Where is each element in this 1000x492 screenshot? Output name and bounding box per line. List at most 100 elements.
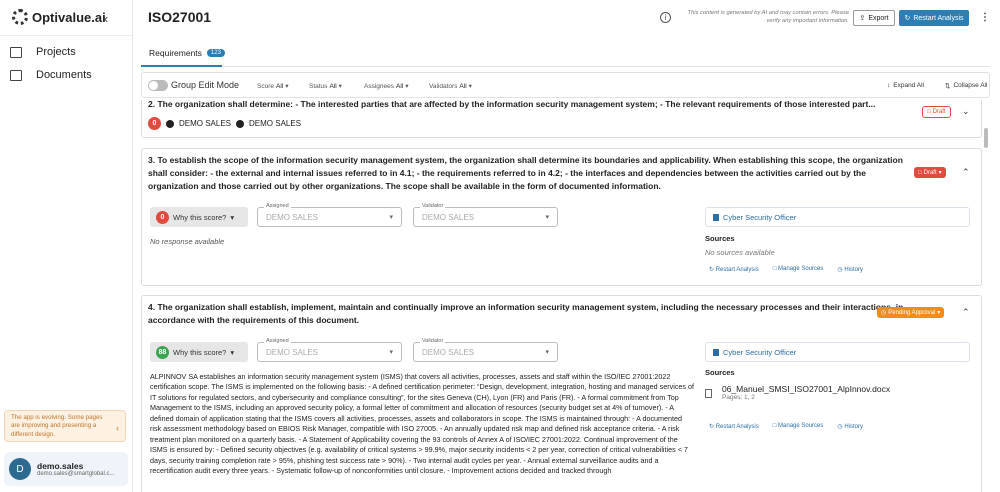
divider: [141, 66, 990, 67]
action-label: History: [844, 267, 863, 273]
chevron-down-icon: ▾: [389, 214, 393, 221]
more-options-icon[interactable]: ⋮: [980, 12, 990, 23]
sidebar-item-documents[interactable]: Documents: [10, 69, 92, 81]
restart-analysis-button[interactable]: ↻ Restart Analysis: [899, 10, 969, 26]
expand-all-label: Expand All: [893, 82, 924, 89]
document-icon: [705, 389, 712, 398]
history-link[interactable]: ◷ History: [837, 266, 863, 273]
sources-heading: Sources: [705, 234, 735, 243]
expand-all-button[interactable]: ↕ Expand All: [887, 82, 924, 89]
logo: Optivalue.ai: [12, 9, 106, 25]
select-value: DEMO SALES: [266, 348, 319, 357]
action-label: History: [844, 424, 863, 430]
export-button[interactable]: ⇪ Export: [853, 10, 895, 26]
assigned-select[interactable]: Assigned DEMO SALES ▾: [257, 338, 402, 362]
draft-icon: □: [927, 109, 931, 115]
count-badge: 123: [206, 49, 225, 57]
filter-value: All: [459, 82, 467, 90]
chevron-down-icon: ▾: [937, 310, 941, 316]
person-icon: [166, 119, 174, 128]
validators-filter[interactable]: Validators All ▾: [429, 82, 472, 91]
validator-select[interactable]: Validator DEMO SALES ▾: [413, 203, 558, 227]
filter-value: All: [275, 82, 284, 90]
validator-select[interactable]: Validator DEMO SALES ▾: [413, 338, 558, 362]
draft-icon: □: [918, 169, 922, 176]
field-label: Assigned: [264, 338, 291, 344]
requirement-card[interactable]: 2. The organization shall determine: - T…: [141, 100, 982, 138]
filter-name: Validators: [429, 82, 458, 90]
scrollbar[interactable]: [984, 128, 988, 148]
score-badge: 0: [148, 117, 161, 130]
status-badge[interactable]: □ Draft: [922, 106, 951, 118]
sidebar-item-projects[interactable]: Projects: [10, 46, 76, 58]
field-label: Validator: [420, 338, 446, 344]
restart-analysis-link[interactable]: ↻ Restart Analysis: [709, 266, 759, 273]
filter-name: Score: [257, 82, 274, 90]
restart-icon: ↻: [904, 15, 911, 22]
info-icon[interactable]: i: [660, 12, 671, 23]
status-filter[interactable]: Status All ▾: [309, 82, 342, 91]
chevron-down-icon: ▾: [285, 83, 289, 90]
verified-icon: [236, 119, 245, 128]
ai-disclaimer: This content is generated by AI and may …: [687, 10, 849, 24]
chevron-down-icon: ▾: [405, 83, 409, 90]
action-label: Restart Analysis: [715, 424, 759, 430]
chevron-down-icon: ▾: [389, 349, 393, 356]
assignees-filter[interactable]: Assignees All ▾: [364, 82, 409, 91]
manage-sources-link[interactable]: □ Manage Sources: [773, 266, 824, 273]
no-sources-text: No sources available: [705, 248, 775, 257]
folder-icon: [10, 46, 22, 58]
status-badge[interactable]: □ Draft ▾: [914, 167, 946, 178]
why-score-button[interactable]: 0 Why this score? ▾: [150, 207, 248, 227]
requirement-card[interactable]: 3. To establish the scope of the informa…: [141, 148, 982, 286]
page-title: ISO27001: [148, 9, 212, 25]
select-value: DEMO SALES: [266, 213, 319, 222]
history-link[interactable]: ◷ History: [837, 423, 863, 430]
score-filter[interactable]: Score All ▾: [257, 82, 289, 91]
card-actions: ↻ Restart Analysis □ Manage Sources ◷ Hi…: [709, 266, 863, 273]
export-label: Export: [868, 14, 889, 22]
chevron-down-icon: ▾: [938, 170, 942, 176]
manage-sources-link[interactable]: □ Manage Sources: [773, 423, 824, 430]
chevron-down-icon[interactable]: ⌄: [962, 106, 970, 117]
role-tag[interactable]: Cyber Security Officer: [705, 207, 970, 227]
chevron-up-icon[interactable]: ⌃: [962, 307, 970, 318]
expand-icon: ↕: [887, 82, 891, 89]
logo-icon: [12, 9, 28, 25]
filter-bar: Group Edit Mode Score All ▾ Status All ▾…: [141, 72, 990, 98]
sidebar: Optivalue.ai ‹ Projects Documents The ap…: [0, 0, 133, 492]
badge-icon: [713, 213, 719, 221]
tab-label: Requirements: [149, 48, 202, 58]
collapse-all-button[interactable]: ⇅ Collapse All: [945, 82, 987, 90]
requirement-text: 3. To establish the scope of the informa…: [148, 155, 903, 191]
notice-text: The app is evolving. Some pages are impr…: [11, 414, 103, 438]
app-evolving-notice[interactable]: The app is evolving. Some pages are impr…: [4, 410, 126, 442]
documents-icon: [10, 69, 22, 81]
user-menu[interactable]: D demo.sales demo.sales@smartglobal.c...: [4, 452, 128, 486]
status-badge[interactable]: ◷ Pending Approval ▾: [877, 307, 945, 318]
why-label: Why this score?: [173, 212, 227, 222]
requirements-list[interactable]: 2. The organization shall determine: - T…: [141, 100, 990, 492]
restart-analysis-link[interactable]: ↻ Restart Analysis: [709, 423, 759, 430]
assigned-select[interactable]: Assigned DEMO SALES ▾: [257, 203, 402, 227]
filter-value: All: [396, 82, 404, 90]
select-value: DEMO SALES: [422, 213, 475, 222]
source-document[interactable]: 06_Manuel_SMSI_ISO27001_AlpInnov.docx Pa…: [705, 380, 890, 401]
status-label: Pending Approval: [888, 309, 936, 316]
group-edit-toggle[interactable]: [148, 80, 168, 91]
role-tag[interactable]: Cyber Security Officer: [705, 342, 970, 362]
tab-requirements[interactable]: Requirements 123: [149, 48, 225, 58]
response-text: No response available: [150, 237, 225, 246]
field-label: Validator: [420, 203, 446, 209]
requirement-text: 2. The organization shall determine: - T…: [148, 100, 876, 109]
filter-value: All: [329, 82, 337, 90]
field-label: Assigned: [264, 203, 291, 209]
chevron-up-icon[interactable]: ⌃: [962, 167, 970, 178]
requirement-card[interactable]: 4. The organization shall establish, imp…: [141, 295, 982, 492]
role-label: Cyber Security Officer: [723, 347, 797, 357]
chevron-down-icon: ▾: [230, 212, 235, 222]
collapse-sidebar-icon[interactable]: ‹: [104, 11, 108, 26]
avatar: D: [9, 458, 31, 480]
why-score-button[interactable]: 88 Why this score? ▾: [150, 342, 248, 362]
sidebar-item-label: Documents: [36, 69, 92, 81]
